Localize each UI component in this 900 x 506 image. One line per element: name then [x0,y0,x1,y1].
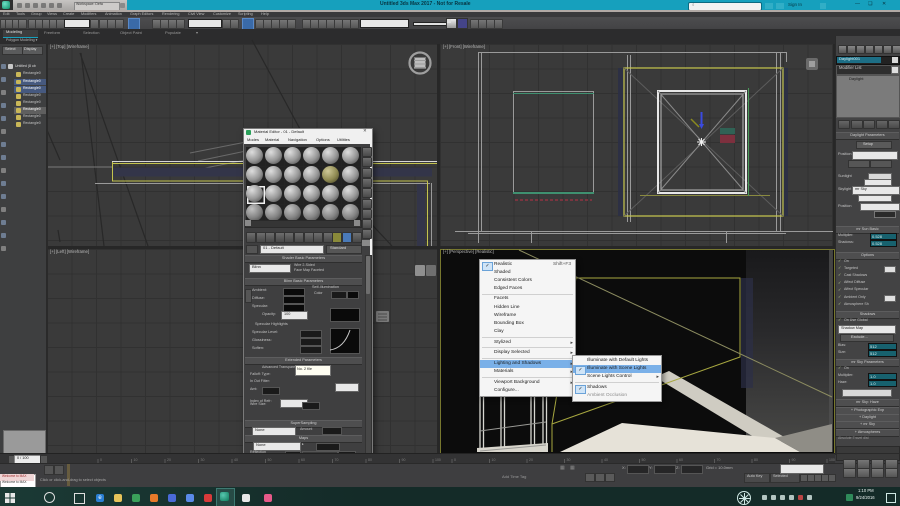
svg-text:50: 50 [268,458,272,462]
svg-text:70: 70 [335,458,339,462]
svg-text:80: 80 [754,458,758,462]
svg-text:90: 90 [402,458,406,462]
svg-text:10: 10 [492,458,496,462]
svg-text:60: 60 [301,458,305,462]
svg-text:90: 90 [792,458,796,462]
svg-text:30: 30 [567,458,571,462]
svg-text:30: 30 [201,458,205,462]
svg-text:100: 100 [435,458,441,462]
svg-text:60: 60 [679,458,683,462]
svg-text:100: 100 [829,458,835,462]
svg-text:70: 70 [717,458,721,462]
svg-text:0: 0 [454,458,456,462]
svg-text:40: 40 [234,458,238,462]
svg-text:10: 10 [134,458,138,462]
svg-text:20: 20 [529,458,533,462]
svg-text:0: 0 [100,458,102,462]
svg-text:80: 80 [368,458,372,462]
svg-text:20: 20 [167,458,171,462]
svg-text:50: 50 [642,458,646,462]
svg-text:40: 40 [604,458,608,462]
